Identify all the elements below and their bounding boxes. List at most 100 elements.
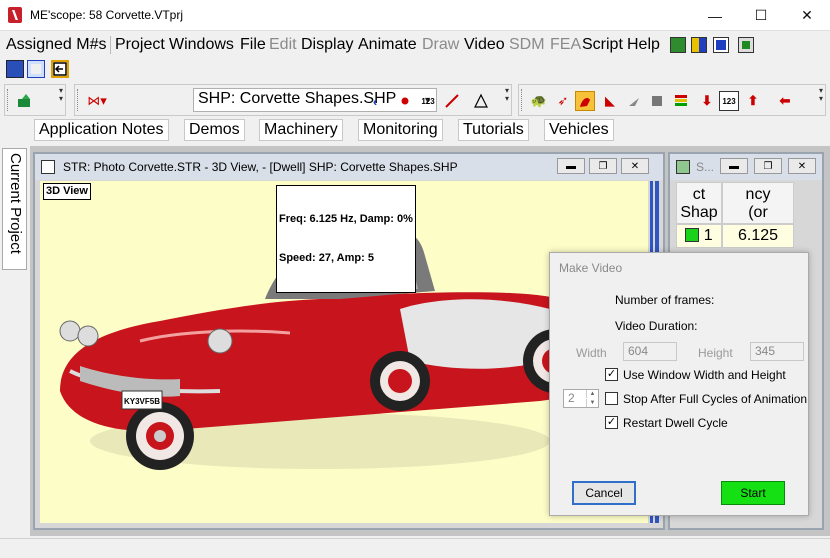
- frequency-damping-text: Freq: 6.125 Hz, Damp: 0%: [279, 213, 413, 225]
- stop-after-cycles-label: Stop After Full Cycles of Animation: [623, 392, 808, 406]
- previous-shape-icon[interactable]: ‹: [365, 91, 385, 111]
- row-index: 1: [703, 227, 713, 244]
- stop-after-cycles-checkbox[interactable]: [605, 392, 618, 405]
- menu-fea[interactable]: FEA: [550, 36, 581, 54]
- table-row[interactable]: 1: [676, 224, 722, 248]
- height-field[interactable]: 345: [750, 342, 804, 361]
- menu-sdm[interactable]: SDM: [509, 36, 545, 54]
- turtle-slow-icon[interactable]: 🐢: [529, 91, 549, 111]
- link-application-notes[interactable]: Application Notes: [34, 119, 169, 141]
- close-button[interactable]: ✕: [784, 0, 830, 31]
- title-bar: ME'scope: 58 Corvette.VTprj — ☐ ✕: [0, 0, 830, 31]
- toolbar-overflow-icon[interactable]: ▾ ▾: [505, 87, 509, 103]
- menu-help[interactable]: Help: [627, 36, 660, 54]
- shapes-minimize-button[interactable]: ▬: [720, 158, 748, 174]
- shapes-window-caption[interactable]: S... ▬ ❐ ✕: [670, 154, 822, 180]
- rabbit-fast-icon[interactable]: ➶: [553, 91, 573, 111]
- draw-point-icon[interactable]: [395, 91, 415, 111]
- animate-shape-icon[interactable]: [575, 91, 595, 111]
- mode-shape-icon[interactable]: ⋈▾: [83, 91, 111, 111]
- width-field[interactable]: 604: [623, 342, 677, 361]
- shapes-window-icon: [676, 160, 690, 174]
- sweep-animation-icon[interactable]: [624, 91, 644, 111]
- green-chart-icon[interactable]: [670, 37, 686, 53]
- exit-window-icon[interactable]: [51, 60, 69, 78]
- shapes-close-button[interactable]: ✕: [788, 158, 816, 174]
- start-button[interactable]: Start: [721, 481, 785, 505]
- row-color-swatch: [685, 228, 700, 242]
- menu-windows[interactable]: Windows: [169, 36, 234, 54]
- status-bar: [0, 538, 830, 558]
- current-project-tab[interactable]: Current Project: [2, 148, 27, 270]
- restart-dwell-label: Restart Dwell Cycle: [623, 416, 728, 430]
- maximize-button[interactable]: ☐: [738, 0, 784, 31]
- shapes-restore-button[interactable]: ❐: [754, 158, 782, 174]
- toolbar-grip[interactable]: [7, 89, 10, 111]
- menu-edit[interactable]: Edit: [269, 36, 297, 54]
- arrow-down-icon[interactable]: ⬇: [697, 91, 717, 111]
- toolbar-overflow-icon[interactable]: ▾ ▾: [819, 87, 823, 103]
- menu-draw[interactable]: Draw: [422, 36, 459, 54]
- window-title: ME'scope: 58 Corvette.VTprj: [30, 8, 184, 22]
- shapes-window-title: S...: [696, 160, 715, 174]
- color-scale-icon[interactable]: [671, 91, 691, 111]
- menu-assigned-m[interactable]: Assigned M#s: [6, 36, 107, 54]
- menu-bar: Assigned M#s Project Windows File Edit D…: [0, 33, 830, 57]
- restart-dwell-checkbox[interactable]: ✓: [605, 416, 618, 429]
- row-frequency[interactable]: 6.125: [722, 224, 794, 248]
- number-points-icon[interactable]: 123: [418, 91, 438, 111]
- frames-label: Number of frames:: [615, 293, 715, 307]
- link-monitoring[interactable]: Monitoring: [358, 119, 443, 141]
- minimize-button[interactable]: —: [692, 0, 738, 31]
- link-vehicles[interactable]: Vehicles: [544, 119, 614, 141]
- number-display-icon[interactable]: 123: [719, 91, 739, 111]
- toolbar-grip[interactable]: [77, 89, 80, 111]
- stepper-up-icon[interactable]: ▲: [586, 390, 598, 398]
- menu-animate[interactable]: Animate: [358, 36, 417, 54]
- dwell-animation-icon[interactable]: ◣: [600, 91, 620, 111]
- column-header-frequency[interactable]: ncy (or: [722, 182, 794, 224]
- link-demos[interactable]: Demos: [184, 119, 245, 141]
- animation-info-box: Freq: 6.125 Hz, Damp: 0% Speed: 27, Amp:…: [276, 185, 416, 293]
- cycles-value: 2: [568, 391, 575, 405]
- open-project-icon[interactable]: [15, 91, 35, 111]
- toolbar-overflow-icon[interactable]: ▾ ▾: [59, 87, 63, 103]
- menu-video[interactable]: Video: [464, 36, 505, 54]
- file-toolbar: ▾ ▾: [4, 84, 66, 116]
- structure-window-icon: [41, 160, 55, 174]
- shape-toolbar: ⋈▾ SHP: Corvette Shapes.SHP ▼ ‹ 123 ▾ ▾: [74, 84, 512, 116]
- draw-surface-icon[interactable]: [471, 91, 491, 111]
- speed-amplitude-text: Speed: 27, Amp: 5: [279, 252, 374, 264]
- make-video-dialog: Make Video Number of frames: Video Durat…: [549, 252, 809, 516]
- menu-display[interactable]: Display: [301, 36, 353, 54]
- structure-restore-button[interactable]: ❐: [589, 158, 617, 174]
- cancel-button[interactable]: Cancel: [572, 481, 636, 505]
- toolbar-grip[interactable]: [521, 89, 524, 111]
- link-tutorials[interactable]: Tutorials: [458, 119, 529, 141]
- draw-line-icon[interactable]: [442, 91, 462, 111]
- height-label: Height: [698, 346, 733, 360]
- menu-project[interactable]: Project: [115, 36, 165, 54]
- menu-script[interactable]: Script: [582, 36, 623, 54]
- use-window-size-checkbox[interactable]: ✓: [605, 368, 618, 381]
- menu-separator: [110, 36, 111, 54]
- structure-minimize-button[interactable]: ▬: [557, 158, 585, 174]
- structure-window-caption[interactable]: STR: Photo Corvette.STR - 3D View, - [Dw…: [35, 154, 663, 180]
- vector-view-icon[interactable]: [647, 91, 667, 111]
- save-icon[interactable]: [6, 60, 24, 78]
- arrow-up-icon[interactable]: ⬆: [743, 91, 763, 111]
- animation-toolbar: 🐢 ➶ ◣ ⬇ 123 ⬆ ⬅ ▾ ▾: [518, 84, 826, 116]
- menu-file[interactable]: File: [240, 36, 266, 54]
- stepper-down-icon[interactable]: ▼: [586, 399, 598, 407]
- tile-grid-icon[interactable]: [713, 37, 729, 53]
- current-project-tab-label: Current Project: [7, 153, 24, 254]
- restore-window-icon[interactable]: [27, 60, 45, 78]
- structure-close-button[interactable]: ✕: [621, 158, 649, 174]
- tile-colors-icon[interactable]: [691, 37, 707, 53]
- link-machinery[interactable]: Machinery: [259, 119, 343, 141]
- column-header-shape[interactable]: ct Shap: [676, 182, 722, 224]
- license-plate-text: KY3VF5B: [124, 397, 160, 406]
- window-green-icon[interactable]: [738, 37, 754, 53]
- arrow-left-icon[interactable]: ⬅: [775, 91, 795, 111]
- cycles-stepper[interactable]: 2 ▲ ▼: [563, 389, 599, 408]
